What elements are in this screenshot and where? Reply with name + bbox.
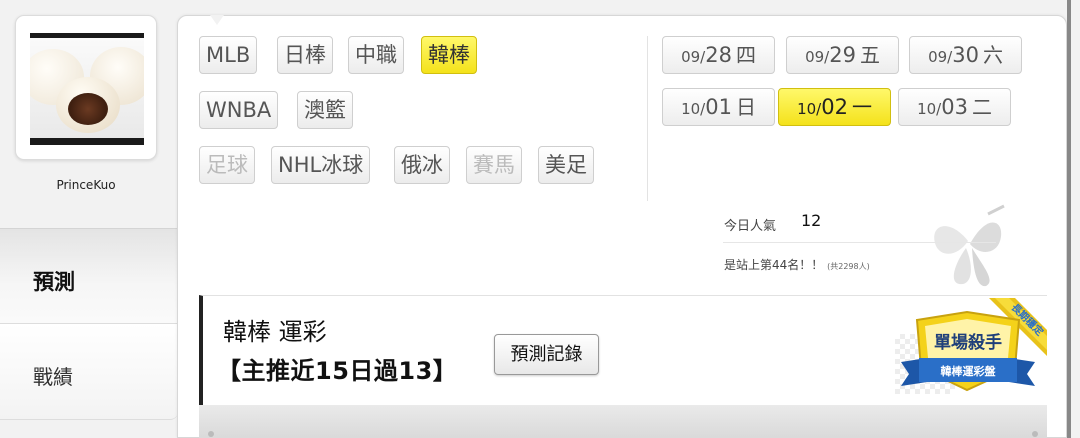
- date-month: 09/: [681, 48, 706, 66]
- date-weekday: 二: [971, 95, 992, 119]
- date-day: 29: [829, 43, 856, 67]
- divider: [723, 242, 996, 243]
- butterfly-decoration-icon: [934, 204, 1005, 287]
- sport-tag-khl[interactable]: 俄冰: [394, 146, 450, 184]
- date-weekday: 五: [859, 43, 880, 67]
- divider: [647, 36, 648, 201]
- sport-tag-nfl[interactable]: 美足: [538, 146, 594, 184]
- rivet-icon: [208, 431, 214, 437]
- sidebar-spacer: [0, 200, 178, 230]
- popularity-label: 今日人氣: [724, 219, 777, 234]
- scrollbar[interactable]: [1067, 0, 1071, 438]
- username[interactable]: PrinceKuo: [15, 178, 157, 192]
- sport-tag-nbl[interactable]: 澳籃: [297, 91, 353, 129]
- date-day: 28: [705, 43, 732, 67]
- date-day: 03: [941, 95, 968, 119]
- rank-text: 是站上第44名！！ (共2298人): [724, 256, 870, 273]
- date-month: 10/: [681, 100, 706, 118]
- sport-tag-nhl[interactable]: NHL冰球: [271, 146, 371, 184]
- sport-tag-wnba[interactable]: WNBA: [199, 91, 279, 129]
- bun-filling-image: [68, 93, 108, 125]
- rank-total: (共2298人): [827, 262, 870, 271]
- single-game-killer-badge-icon: 長期穩定 單場殺手 韓棒運彩盤: [901, 298, 1047, 392]
- date-weekday: 日: [735, 95, 756, 119]
- avatar[interactable]: [30, 33, 144, 145]
- sport-tag-soccer[interactable]: 足球: [199, 146, 255, 184]
- lottery-card: 韓棒 運彩 【主推近15日過13】 預測記錄 長期穩定 單場殺手 韓棒運彩盤: [199, 295, 1047, 405]
- rank-label: 是站上第44名！！: [724, 258, 824, 272]
- date-button-1001[interactable]: 10/01 日: [662, 88, 775, 126]
- sport-tag-mlb[interactable]: MLB: [199, 36, 258, 74]
- date-month: 09/: [928, 48, 953, 66]
- date-button-0929[interactable]: 09/29 五: [786, 36, 899, 74]
- sidebar-item-predict[interactable]: 預測: [0, 228, 178, 323]
- prediction-history-button[interactable]: 預測記錄: [494, 334, 599, 375]
- date-weekday: 四: [735, 43, 756, 67]
- sidebar-item-label: 戰績: [33, 365, 73, 389]
- sidebar-item-record[interactable]: 戰績: [0, 323, 178, 420]
- sport-tag-horse-racing[interactable]: 賽馬: [466, 146, 522, 184]
- avatar-card[interactable]: [15, 15, 157, 160]
- main-panel: MLB 日棒 中職 韓棒 WNBA 澳籃 足球 NHL冰球 俄冰 賽馬 美足 0…: [177, 15, 1067, 438]
- date-weekday: 一: [851, 95, 872, 119]
- date-button-0928[interactable]: 09/28 四: [662, 36, 775, 74]
- date-month: 10/: [917, 100, 942, 118]
- date-button-1003[interactable]: 10/03 二: [898, 88, 1011, 126]
- lottery-subtitle: 【主推近15日過13】: [217, 357, 458, 385]
- popularity-value: 12: [801, 211, 822, 230]
- sport-tag-npb[interactable]: 日棒: [277, 36, 333, 74]
- date-day: 02: [821, 95, 848, 119]
- date-button-0930[interactable]: 09/30 六: [909, 36, 1022, 74]
- sport-tag-kbo[interactable]: 韓棒: [421, 36, 477, 74]
- sport-tag-cpbl[interactable]: 中職: [348, 36, 404, 74]
- sidebar-item-label: 預測: [33, 270, 75, 294]
- badge-sub-text: 韓棒運彩盤: [941, 364, 997, 378]
- rivet-icon: [1032, 431, 1038, 437]
- lottery-card-footer: [199, 405, 1047, 438]
- date-button-1002[interactable]: 10/02 一: [778, 88, 891, 126]
- date-month: 09/: [805, 48, 830, 66]
- date-day: 30: [952, 43, 979, 67]
- sidebar-footer: [0, 420, 178, 438]
- date-day: 01: [705, 95, 732, 119]
- date-month: 10/: [797, 100, 822, 118]
- panel-pointer: [210, 15, 224, 25]
- date-weekday: 六: [982, 43, 1003, 67]
- lottery-title: 韓棒 運彩: [223, 318, 327, 346]
- badge-main-text: 單場殺手: [934, 332, 1002, 353]
